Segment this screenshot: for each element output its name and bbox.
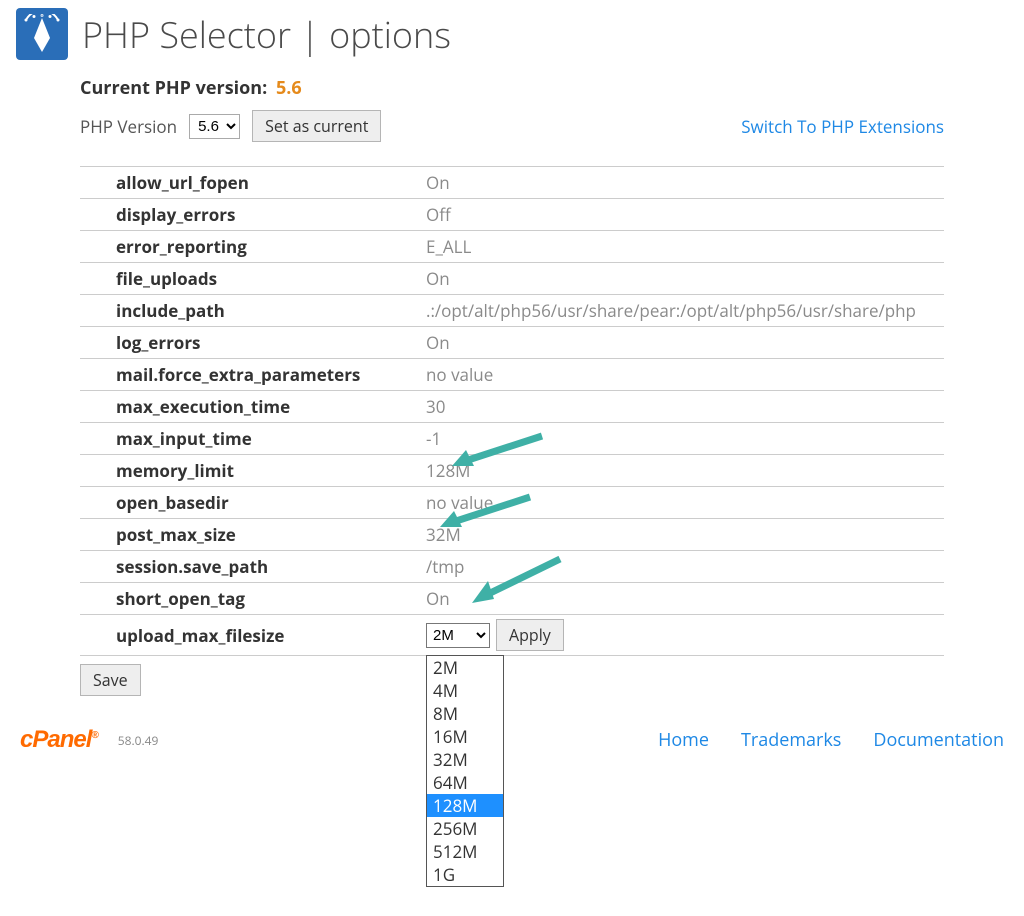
option-value[interactable]: On [390,263,944,295]
option-value[interactable]: .:/opt/alt/php56/usr/share/pear:/opt/alt… [390,295,944,327]
option-key: file_uploads [80,263,390,295]
option-value[interactable]: On [390,327,944,359]
footer-links: Home Trademarks Documentation [658,728,1004,752]
table-row: mail.force_extra_parametersno value [80,359,944,391]
table-row: upload_max_filesize2MApply2M4M8M16M32M64… [80,615,944,656]
switch-extensions-link[interactable]: Switch To PHP Extensions [741,115,944,138]
option-key: max_execution_time [80,391,390,423]
option-value[interactable]: E_ALL [390,231,944,263]
option-key: open_basedir [80,487,390,519]
footer: cPanel® 58.0.49 Home Trademarks Document… [0,696,1024,784]
table-row: post_max_size32M [80,519,944,551]
option-value[interactable]: 30 [390,391,944,423]
option-value[interactable]: /tmp [390,551,944,583]
option-value[interactable]: -1 [390,423,944,455]
current-version-label: Current PHP version: [80,76,267,100]
dropdown-option[interactable]: 128M [427,794,503,817]
option-key: short_open_tag [80,583,390,615]
php-version-select[interactable]: 5.6 [189,114,240,139]
option-key: post_max_size [80,519,390,551]
option-value[interactable]: On [390,167,944,199]
current-version-value: 5.6 [276,76,302,100]
option-value[interactable]: 32M [390,519,944,551]
table-row: error_reportingE_ALL [80,231,944,263]
table-row: include_path.:/opt/alt/php56/usr/share/p… [80,295,944,327]
option-value[interactable]: no value [390,487,944,519]
dropdown-option[interactable]: 4M [427,679,503,702]
table-row: file_uploadsOn [80,263,944,295]
table-row: max_input_time-1 [80,423,944,455]
table-row: session.save_path/tmp [80,551,944,583]
dropdown-option[interactable]: 512M [427,840,503,863]
option-key: include_path [80,295,390,327]
page-header: PHP PHP Selector | options [0,0,1024,76]
dropdown-option[interactable]: 8M [427,702,503,725]
dropdown-option[interactable]: 2M [427,656,503,679]
table-row: display_errorsOff [80,199,944,231]
table-row: memory_limit128M [80,455,944,487]
option-value[interactable]: Off [390,199,944,231]
dropdown-option[interactable]: 256M [427,817,503,840]
options-table-wrap: allow_url_fopenOndisplay_errorsOfferror_… [80,166,944,656]
option-key: mail.force_extra_parameters [80,359,390,391]
dropdown-option[interactable]: 1G [427,863,503,886]
option-key: upload_max_filesize [80,615,390,656]
option-key: allow_url_fopen [80,167,390,199]
option-value-editing: 2MApply2M4M8M16M32M64M128M256M512M1G [390,615,944,656]
option-value[interactable]: On [390,583,944,615]
table-row: allow_url_fopenOn [80,167,944,199]
php-options-table: allow_url_fopenOndisplay_errorsOfferror_… [80,166,944,656]
cpanel-logo: cPanel® [20,726,98,754]
dropdown-option[interactable]: 64M [427,771,503,794]
php-version-label: PHP Version [80,115,177,138]
table-row: open_basedirno value [80,487,944,519]
php-selector-icon: PHP [16,8,68,60]
table-row: short_open_tagOn [80,583,944,615]
option-key: error_reporting [80,231,390,263]
option-key: log_errors [80,327,390,359]
upload-max-filesize-dropdown[interactable]: 2M4M8M16M32M64M128M256M512M1G [426,655,504,887]
option-key: display_errors [80,199,390,231]
option-key: session.save_path [80,551,390,583]
footer-link-trademarks[interactable]: Trademarks [741,728,841,752]
footer-link-documentation[interactable]: Documentation [873,728,1004,752]
cpanel-version: 58.0.49 [118,732,159,749]
option-key: max_input_time [80,423,390,455]
version-controls: PHP Version 5.6 Set as current Switch To… [80,110,944,142]
option-value[interactable]: 128M [390,455,944,487]
upload-max-filesize-select[interactable]: 2M [426,623,490,648]
option-key: memory_limit [80,455,390,487]
footer-link-home[interactable]: Home [658,728,709,752]
set-as-current-button[interactable]: Set as current [252,110,381,142]
page-title: PHP Selector | options [82,10,451,59]
option-value[interactable]: no value [390,359,944,391]
dropdown-option[interactable]: 32M [427,748,503,771]
table-row: max_execution_time30 [80,391,944,423]
svg-text:PHP: PHP [38,14,46,19]
current-version-line: Current PHP version: 5.6 [80,76,944,100]
apply-button[interactable]: Apply [496,619,564,651]
table-row: log_errorsOn [80,327,944,359]
save-button[interactable]: Save [80,664,141,696]
dropdown-option[interactable]: 16M [427,725,503,748]
